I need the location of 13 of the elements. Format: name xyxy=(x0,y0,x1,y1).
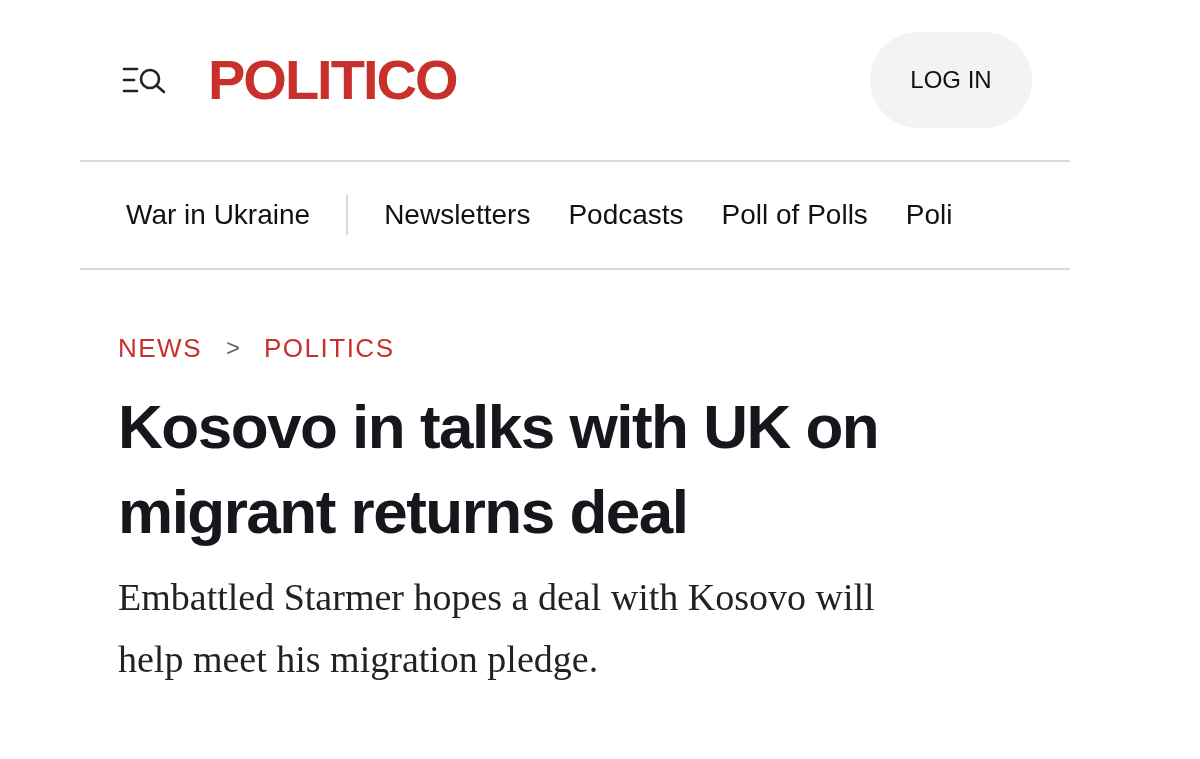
article-subheadline: Embattled Starmer hopes a deal with Kosovo will help meet his migration pledge. xyxy=(118,575,876,682)
nav-link[interactable]: Poll of Polls xyxy=(721,194,868,236)
politico-logo[interactable]: POLITICO xyxy=(208,52,457,108)
nav-link[interactable]: Podcasts xyxy=(568,194,684,236)
breadcrumb-link[interactable]: NEWS xyxy=(118,328,202,368)
breadcrumb-link[interactable]: POLITICS xyxy=(264,328,395,368)
nav-link[interactable]: Poli xyxy=(905,194,953,236)
nav-link[interactable]: War in Ukraine xyxy=(126,194,311,236)
login-button[interactable]: LOG IN xyxy=(870,32,1032,128)
menu-search-icon[interactable] xyxy=(122,66,168,94)
article-headline: Kosovo in talks with UK on migrant returns deal xyxy=(118,391,880,548)
nav-link[interactable]: Newsletters xyxy=(384,194,531,236)
breadcrumb-separator: > xyxy=(226,333,240,363)
